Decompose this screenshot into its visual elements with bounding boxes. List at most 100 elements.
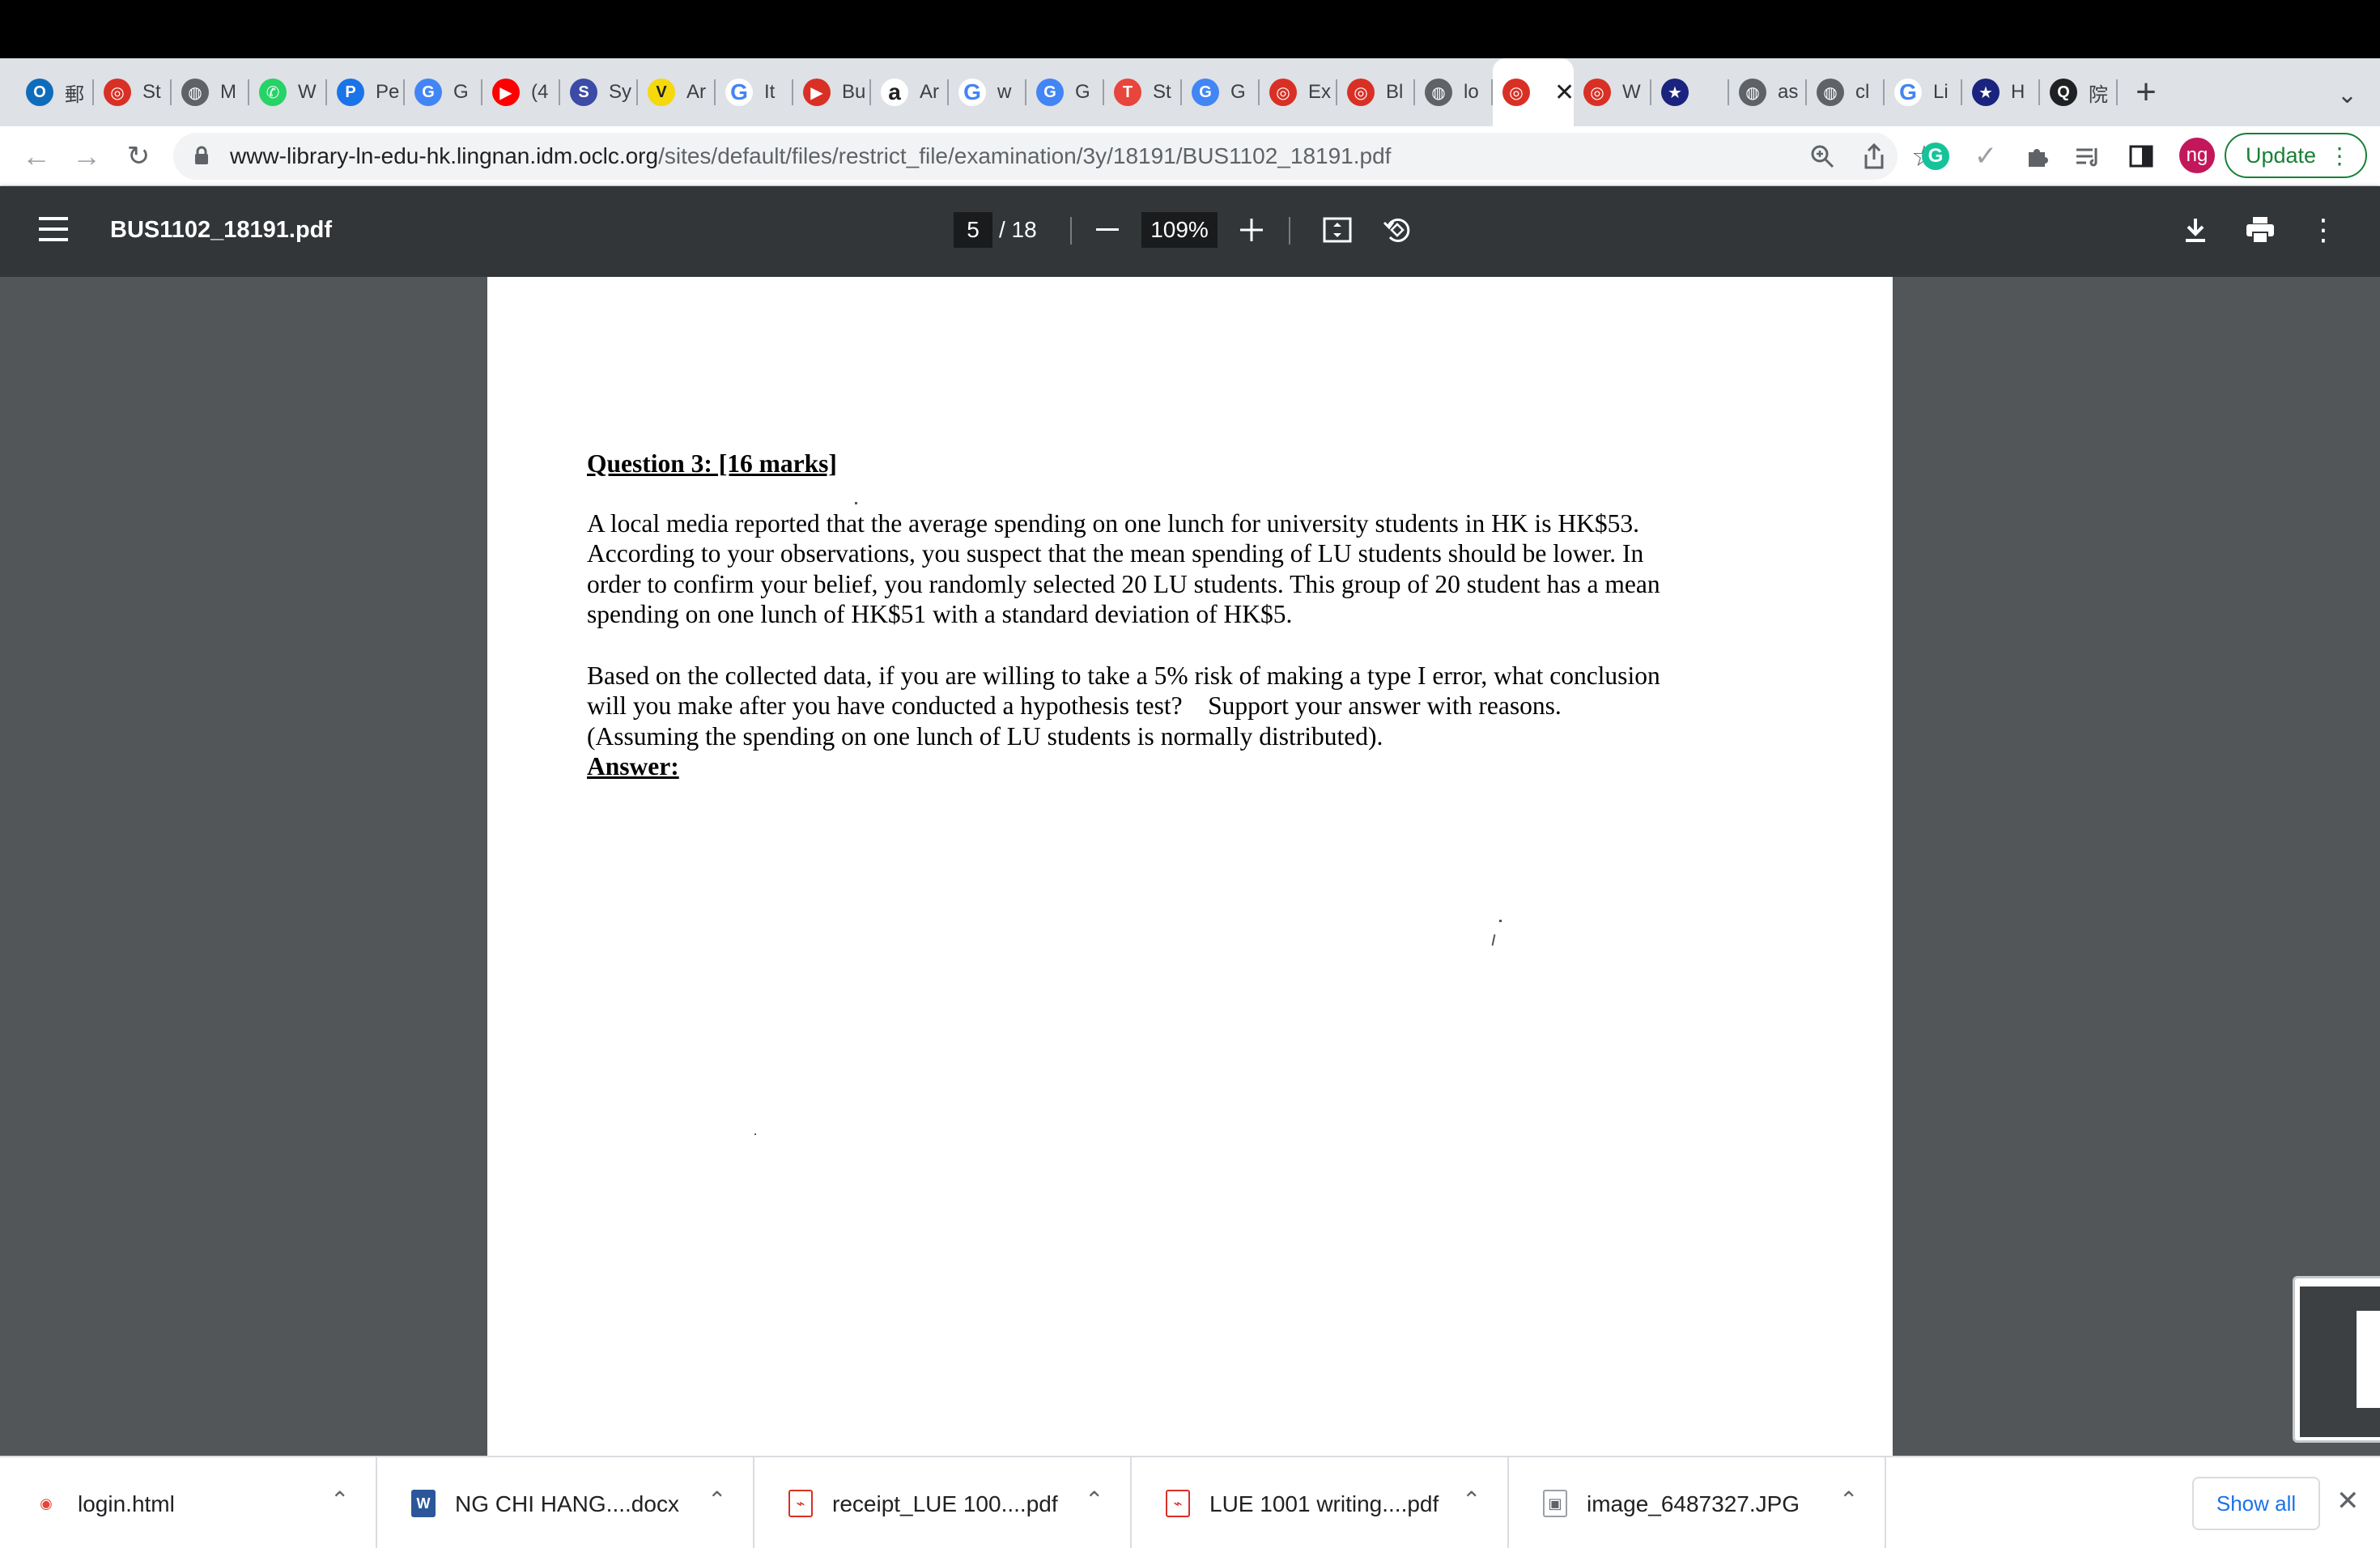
more-vertical-icon[interactable]: ⋮ <box>2304 211 2343 249</box>
play-icon: ▶ <box>803 79 831 106</box>
browser-tab[interactable]: Q院 <box>2040 58 2118 126</box>
reload-icon[interactable]: ↻ <box>120 138 157 175</box>
page-total: / 18 <box>999 217 1037 242</box>
tab-title: Bu <box>842 81 866 103</box>
tab-title: 郵 <box>65 83 84 106</box>
lingnan-icon: ◎ <box>104 79 131 106</box>
browser-tab[interactable]: ◍ cl <box>1807 58 1885 126</box>
browser-tab[interactable]: GG <box>405 58 482 126</box>
extensions-puzzle-icon[interactable] <box>2021 139 2055 173</box>
tab-title: (4 <box>531 81 549 103</box>
p-icon: P <box>337 79 364 106</box>
tab-title: Ar <box>686 81 706 103</box>
lingnan-icon: ◎ <box>1502 79 1530 106</box>
chevron-up-icon[interactable]: ⌃ <box>1085 1486 1103 1513</box>
show-all-button[interactable]: Show all <box>2192 1477 2320 1530</box>
browser-tab[interactable]: P Pe <box>327 58 405 126</box>
scan-speck <box>1499 920 1502 922</box>
chrome-icon: ◉ <box>34 1490 58 1517</box>
lock-icon <box>195 146 208 164</box>
download-item[interactable]: ⌁ LUE 1001 writing....pdf ⌃ <box>1132 1457 1509 1548</box>
browser-tab[interactable]: ◎ St <box>94 58 172 126</box>
download-item[interactable]: ▣ image_6487327.JPG ⌃ <box>1509 1457 1886 1548</box>
rotate-icon[interactable] <box>1378 211 1417 249</box>
browser-tab[interactable]: GG <box>1026 58 1104 126</box>
zoom-level-input[interactable]: 109% <box>1141 212 1218 248</box>
browser-tab[interactable]: Gw <box>949 58 1026 126</box>
translate-icon: G <box>414 79 442 106</box>
browser-tab[interactable]: G It <box>716 58 793 126</box>
downloads-shelf: Show all ✕ ◉ login.html ⌃ W NG CHI HANG....d… <box>0 1456 2380 1548</box>
page-number-input[interactable]: 5 <box>954 212 992 248</box>
share-icon[interactable] <box>1859 141 1889 172</box>
page-content: Question 3: [16 marks] A local media rep… <box>587 449 1720 782</box>
grammarly-icon[interactable]: G <box>1922 142 1949 170</box>
download-item[interactable]: W NG CHI HANG....docx ⌃ <box>377 1457 754 1548</box>
browser-tab[interactable]: ◎ Bl <box>1337 58 1415 126</box>
browser-tab[interactable]: V Ar <box>638 58 716 126</box>
side-panel-icon[interactable] <box>2124 139 2158 173</box>
v-icon: V <box>648 79 675 106</box>
browser-tab[interactable]: ◎ W <box>1574 58 1651 126</box>
browser-tab[interactable]: G Li <box>1885 58 1962 126</box>
browser-tab[interactable]: ✆ W <box>249 58 327 126</box>
tab-active[interactable]: ◎ ✕ <box>1493 58 1574 126</box>
page-thumbnail-preview[interactable] <box>2293 1276 2380 1443</box>
update-label: Update <box>2246 142 2317 168</box>
profile-avatar[interactable]: ng <box>2179 138 2215 173</box>
update-button[interactable]: Update ⋮ <box>2225 133 2367 178</box>
browser-tab[interactable]: ▶ (4 <box>482 58 560 126</box>
browser-tab[interactable]: ▶ Bu <box>793 58 871 126</box>
download-filename: LUE 1001 writing....pdf <box>1209 1491 1439 1516</box>
fit-page-icon[interactable] <box>1318 211 1357 249</box>
browser-tab[interactable]: O郵 <box>16 58 94 126</box>
tab-title: Ar <box>920 81 939 103</box>
zoom-icon[interactable] <box>1807 141 1838 172</box>
scan-speck <box>1491 933 1496 946</box>
browser-tab[interactable]: ◍ lo <box>1415 58 1493 126</box>
download-item[interactable]: ⌁ receipt_LUE 100....pdf ⌃ <box>754 1457 1132 1548</box>
chevron-up-icon[interactable]: ⌃ <box>1462 1486 1481 1513</box>
tab-title: as <box>1778 81 1799 103</box>
lingnan-icon: ◎ <box>1269 79 1297 106</box>
browser-tab[interactable]: ★ <box>1651 58 1729 126</box>
tab-title: G <box>453 81 469 103</box>
address-bar[interactable]: www-library-ln-edu-hk.lingnan.idm.oclc.o… <box>173 133 1937 180</box>
tab-title: W <box>1622 81 1641 103</box>
pdf-toolbar: BUS1102_18191.pdf 5 / 18 109% ⋮ <box>0 186 2380 277</box>
browser-tab[interactable]: a Ar <box>871 58 949 126</box>
chevron-up-icon[interactable]: ⌃ <box>708 1486 726 1513</box>
check-icon[interactable]: ✓ <box>1969 139 2003 173</box>
back-arrow-icon[interactable]: ← <box>18 138 55 175</box>
pdf-viewer[interactable]: Question 3: [16 marks] A local media rep… <box>0 277 2380 1456</box>
print-icon[interactable] <box>2241 211 2280 249</box>
chevron-up-icon[interactable]: ⌃ <box>1839 1486 1858 1513</box>
close-icon[interactable]: ✕ <box>2336 1485 2360 1517</box>
google-icon: G <box>725 79 753 106</box>
download-item[interactable]: ◉ login.html ⌃ <box>0 1457 377 1548</box>
browser-tab[interactable]: ◍ M <box>172 58 249 126</box>
browser-tab[interactable]: GG <box>1182 58 1260 126</box>
close-tab-icon[interactable]: ✕ <box>1554 79 1574 107</box>
star-icon: ★ <box>1972 79 2000 106</box>
browser-tab[interactable]: ★ H <box>1962 58 2040 126</box>
google-icon: G <box>958 79 986 106</box>
globe-icon: ◍ <box>181 79 209 106</box>
browser-tab[interactable]: T St <box>1104 58 1182 126</box>
download-icon[interactable] <box>2176 211 2215 249</box>
browser-tab[interactable]: S Sy <box>560 58 638 126</box>
browser-tab[interactable]: ◎ Ex <box>1260 58 1337 126</box>
menu-icon[interactable] <box>39 217 68 241</box>
tab-title: St <box>142 81 161 103</box>
pdf-icon: ⌁ <box>788 1490 813 1517</box>
zoom-in-icon[interactable] <box>1232 211 1271 249</box>
browser-tab[interactable]: ◍ as <box>1729 58 1807 126</box>
new-tab-plus-icon[interactable]: + <box>2118 58 2174 126</box>
reading-list-icon[interactable] <box>2071 139 2105 173</box>
tab-search-chevron-icon[interactable]: ⌄ <box>2337 81 2357 109</box>
download-filename: NG CHI HANG....docx <box>455 1491 679 1516</box>
url-text: www-library-ln-edu-hk.lingnan.idm.oclc.o… <box>230 143 1392 168</box>
forward-arrow-icon[interactable]: → <box>68 138 105 175</box>
chevron-up-icon[interactable]: ⌃ <box>330 1486 349 1513</box>
zoom-out-icon[interactable] <box>1088 211 1127 249</box>
